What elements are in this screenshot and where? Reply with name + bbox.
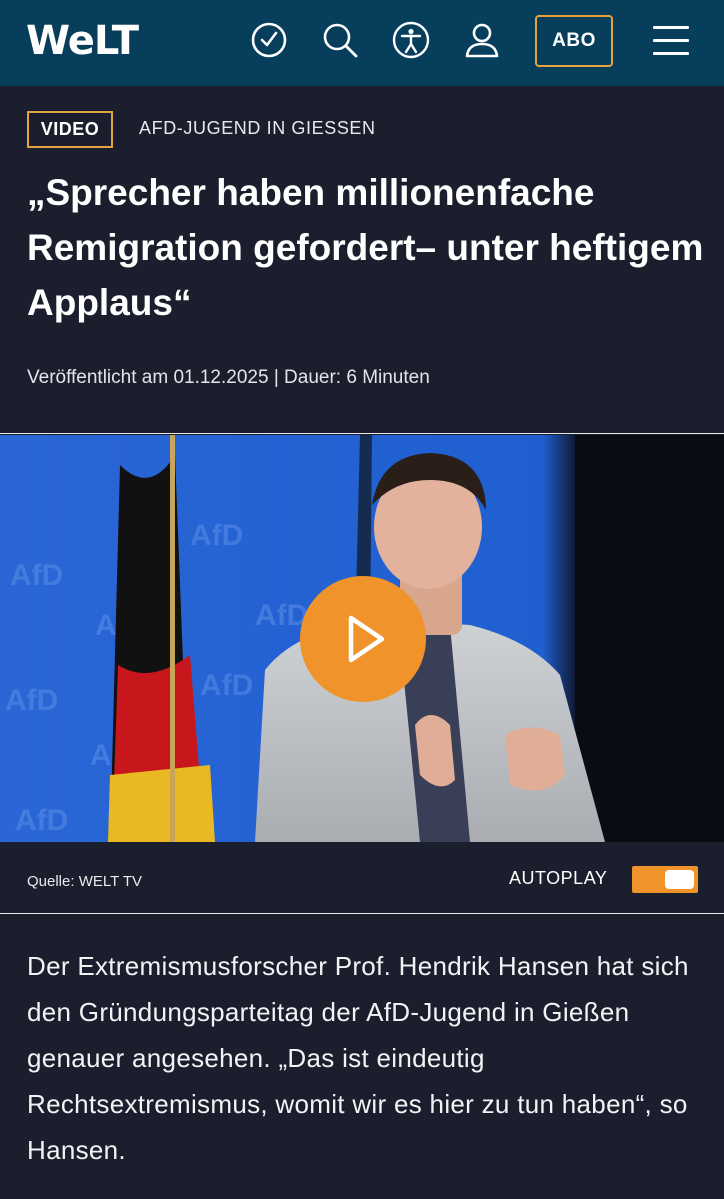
svg-text:AfD: AfD (200, 669, 253, 702)
video-source: Quelle: WELT TV (27, 873, 143, 890)
svg-text:AfD: AfD (5, 684, 58, 717)
autoplay-label: AUTOPLAY (509, 868, 608, 888)
accessibility-icon[interactable] (391, 20, 431, 60)
user-icon[interactable] (462, 20, 502, 60)
svg-text:AfD: AfD (190, 519, 243, 552)
play-button[interactable] (300, 576, 426, 702)
autoplay-toggle[interactable] (632, 866, 698, 893)
hamburger-menu-icon[interactable] (653, 22, 689, 58)
play-icon (348, 615, 385, 663)
article-headline: „Sprecher haben millionenfache Remigrati… (27, 172, 704, 323)
abo-button[interactable]: ABO (535, 15, 613, 67)
article-kicker[interactable]: AFD-JUGEND IN GIESSEN (139, 118, 376, 139)
svg-text:AfD: AfD (15, 804, 68, 837)
divider (0, 913, 724, 914)
clock-check-icon[interactable] (249, 20, 289, 60)
divider (0, 433, 724, 434)
top-header: WeLT ABO (0, 0, 724, 86)
welt-logo[interactable]: WeLT (26, 16, 139, 66)
article-intro: Der Extremismusforscher Prof. Hendrik Ha… (27, 951, 689, 1165)
article-meta: Veröffentlicht am 01.12.2025 | Dauer: 6 … (27, 367, 430, 388)
toggle-knob (665, 870, 694, 889)
search-icon[interactable] (320, 20, 360, 60)
svg-text:AfD: AfD (10, 559, 63, 592)
video-tag: VIDEO (27, 111, 113, 148)
